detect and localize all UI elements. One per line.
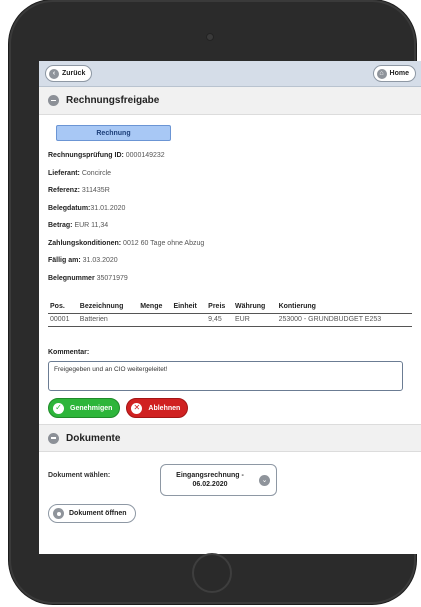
home-icon: ⌂ (376, 68, 387, 79)
camera-icon (206, 33, 214, 41)
field-value: 311435R (79, 187, 110, 194)
column-header: Bezeichnung (77, 301, 139, 314)
field-label: Fällig am: (48, 257, 81, 264)
field-value: Concircle (79, 169, 112, 177)
document-select[interactable]: Eingangsrechnung - 06.02.2020 ⌄ (160, 464, 277, 496)
field-value: 35071979 (94, 274, 128, 282)
document-select-value: Eingangsrechnung - 06.02.2020 (171, 471, 249, 489)
column-header: Einheit (171, 301, 207, 314)
field-belegdatum: Belegdatum:31.01.2020 (48, 203, 413, 221)
table-cell: EUR (232, 313, 277, 327)
back-arrow-icon: ‹ (49, 68, 59, 79)
field-faellig-am: Fällig am: 31.03.2020 (48, 255, 413, 273)
field-label: Belegdatum: (48, 204, 91, 212)
document-select-label: Dokument wählen: (48, 472, 111, 479)
action-buttons: ✓ Genehmigen ✕ Ablehnen (48, 398, 413, 418)
dot-circle-icon (53, 508, 64, 519)
document-select-row: Dokument wählen: Eingangsrechnung - 06.0… (39, 452, 421, 496)
field-value: 31.01.2020 (90, 204, 126, 212)
field-value: 0000149232 (123, 152, 165, 159)
invoice-content: Rechnung Rechnungsprüfung ID: 0000149232… (39, 115, 421, 418)
x-icon: ✕ (131, 402, 143, 414)
minus-circle-icon (48, 432, 59, 444)
invoice-section-header[interactable]: Rechnungsfreigabe (39, 87, 421, 115)
table-cell (138, 313, 172, 327)
column-header: Pos. (48, 301, 78, 314)
reject-button-label: Ablehnen (148, 404, 181, 412)
field-value: 0012 60 Tage ohne Abzug (121, 239, 205, 247)
home-button[interactable]: ⌂ Home (372, 65, 416, 82)
back-button-label: Zurück (62, 70, 86, 77)
line-items-table: Pos. Bezeichnung Menge Einheit Preis Wäh… (48, 301, 412, 327)
column-header: Menge (138, 301, 172, 314)
minus-circle-icon (48, 95, 59, 106)
documents-section-title: Dokumente (66, 432, 121, 444)
table-cell: Batterien (77, 313, 139, 327)
field-label: Zahlungskonditionen: (48, 239, 122, 247)
table-row: 00001 Batterien 9,45 EUR 253000 - GRUNDB… (48, 313, 412, 327)
field-betrag: Betrag: EUR 11,34 (48, 220, 413, 238)
back-button[interactable]: ‹ Zurück (45, 65, 93, 82)
field-zahlungskonditionen: Zahlungskonditionen: 0012 60 Tage ohne A… (48, 238, 413, 256)
app-screen: ‹ Zurück ⌂ Home Rechnungsfreigabe Rechnu… (39, 61, 421, 554)
approve-button-label: Genehmigen (70, 404, 113, 412)
top-nav-bar: ‹ Zurück ⌂ Home (39, 61, 421, 87)
column-header: Kontierung (276, 301, 412, 314)
column-header: Preis (206, 301, 233, 314)
check-icon: ✓ (53, 402, 64, 414)
device-home-button[interactable] (192, 553, 232, 593)
field-belegnummer: Belegnummer 35071979 (48, 273, 413, 291)
invoice-section-title: Rechnungsfreigabe (66, 95, 160, 106)
document-select-line-2: 06.02.2020 (192, 481, 228, 488)
comment-textarea[interactable]: Freigegeben und an CIO weitergeleitet! (48, 361, 403, 391)
table-cell: 9,45 (206, 313, 233, 327)
field-label: Belegnummer (48, 274, 95, 282)
table-cell (171, 313, 207, 327)
field-label: Betrag: (48, 222, 73, 229)
document-select-line-1: Eingangsrechnung - (176, 472, 244, 479)
documents-section-header[interactable]: Dokumente (39, 424, 421, 452)
column-header: Währung (232, 301, 277, 314)
home-button-label: Home (389, 70, 409, 77)
approve-button[interactable]: ✓ Genehmigen (48, 398, 121, 418)
field-value: 31.03.2020 (80, 257, 118, 264)
tab-rechnung[interactable]: Rechnung (56, 125, 171, 141)
comment-label: Kommentar: (48, 349, 90, 356)
field-label: Rechnungsprüfung ID: (48, 152, 124, 159)
chevron-down-icon: ⌄ (259, 474, 270, 486)
field-referenz: Referenz: 311435R (48, 185, 413, 203)
field-label: Referenz: (48, 187, 80, 194)
field-label: Lieferant: (48, 169, 80, 177)
table-cell: 253000 - GRUNDBUDGET E253 (276, 313, 412, 327)
invoice-fields: Rechnungsprüfung ID: 0000149232 Lieferan… (48, 150, 413, 290)
field-pruefung-id: Rechnungsprüfung ID: 0000149232 (48, 150, 413, 168)
table-header-row: Pos. Bezeichnung Menge Einheit Preis Wäh… (48, 301, 412, 314)
field-value: EUR 11,34 (72, 222, 109, 229)
open-document-button[interactable]: Dokument öffnen (48, 504, 136, 523)
field-lieferant: Lieferant: Concircle (48, 168, 413, 186)
tablet-frame: ‹ Zurück ⌂ Home Rechnungsfreigabe Rechnu… (9, 0, 421, 604)
reject-button[interactable]: ✕ Ablehnen (126, 398, 189, 418)
table-cell: 00001 (48, 313, 78, 327)
open-document-label: Dokument öffnen (69, 510, 127, 517)
